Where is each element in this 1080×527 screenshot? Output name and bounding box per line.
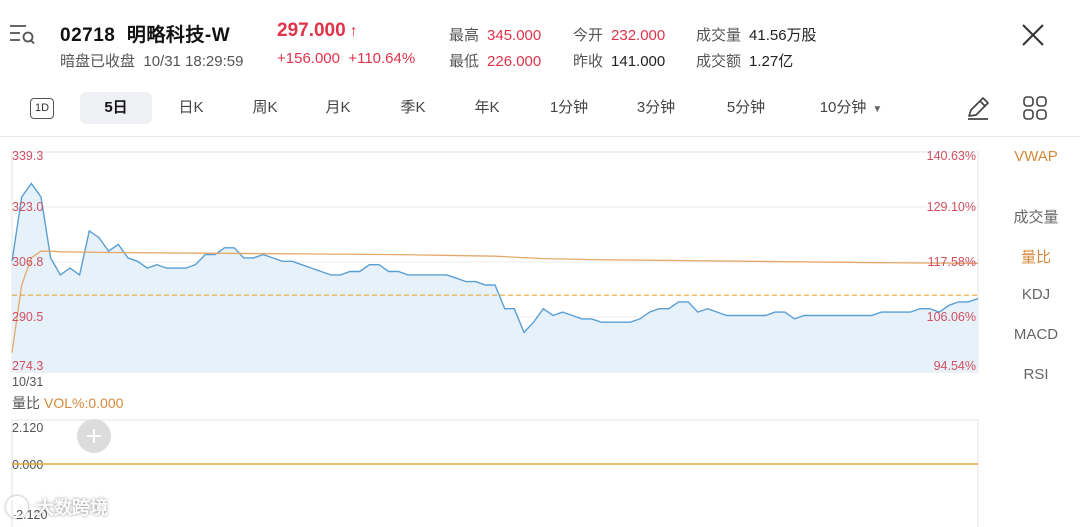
tab-quarter-k[interactable]: 季K [388, 92, 438, 124]
grid-layout-icon[interactable] [1021, 94, 1049, 122]
stat-low-value: 226.000 [487, 53, 542, 70]
indicator-volume[interactable]: 成交量 [1000, 206, 1072, 227]
volume-y-tick-label: 2.120 [12, 421, 43, 435]
stat-open-label: 今开 [573, 27, 604, 44]
status-timestamp: 10/31 18:29:59 [143, 53, 244, 70]
stat-volume: 成交量 41.56万股 [696, 24, 817, 45]
y-left-tick-label: 290.5 [12, 310, 43, 324]
watermark: 大数跨境 [6, 492, 108, 522]
volume-y-tick-label: 0.000 [12, 458, 43, 472]
tab-1d[interactable]: 1D [30, 98, 54, 119]
indicator-vwap[interactable]: VWAP [1000, 148, 1072, 165]
up-arrow-icon: ↑ [349, 23, 358, 40]
x-date-label: 10/31 [12, 375, 43, 389]
y-right-tick-label: 117.58% [928, 255, 976, 269]
price-value: 297.000 [277, 20, 346, 41]
stock-name: 明略科技-W [126, 25, 231, 46]
stat-turnover-value: 1.27亿 [749, 53, 794, 70]
indicator-volume-ratio[interactable]: 量比 [1000, 246, 1072, 267]
y-right-tick-label: 106.06% [927, 310, 976, 324]
last-price: 297.000 ↑ [277, 20, 358, 42]
change-value: +156.000 [277, 50, 340, 67]
intraday-chart[interactable]: 339.3 323.0 306.8 290.5 274.3 140.63% 129.10% 1… [0, 140, 1000, 527]
tab-1min[interactable]: 1分钟 [538, 92, 600, 124]
tab-week-k[interactable]: 周K [240, 92, 290, 124]
tab-3min[interactable]: 3分钟 [625, 92, 687, 124]
stat-volume-label: 成交量 [696, 27, 742, 44]
watermark-logo-icon [6, 496, 28, 518]
stat-prev-close-label: 昨收 [573, 53, 604, 70]
stat-low-label: 最低 [449, 53, 480, 70]
tab-10min-dropdown[interactable]: 10分钟 ▼ [808, 92, 894, 124]
y-right-tick-label: 94.54% [934, 359, 976, 373]
indicator-rsi[interactable]: RSI [1000, 366, 1072, 383]
tab-month-k[interactable]: 月K [313, 92, 363, 124]
price-area [12, 183, 978, 372]
stat-volume-value: 41.56万股 [749, 27, 817, 44]
stat-open-value: 232.000 [611, 27, 666, 44]
period-tabs: 1D 5日 日K 周K 月K 季K 年K 1分钟 3分钟 5分钟 10分钟 ▼ [0, 88, 1080, 128]
indicator-sidebar: VWAP 成交量 量比 KDJ MACD RSI [1000, 140, 1080, 400]
tab-5min[interactable]: 5分钟 [715, 92, 777, 124]
stat-prev-close: 昨收 141.000 [573, 50, 665, 71]
tab-5day[interactable]: 5日 [80, 92, 152, 124]
quote-header: 02718 明略科技-W 297.000 ↑ 暗盘已收盘 10/31 18:29:… [0, 0, 1080, 84]
y-left-tick-label: 339.3 [12, 149, 43, 163]
tab-divider [0, 136, 1080, 137]
market-status: 暗盘已收盘 10/31 18:29:59 [60, 50, 243, 71]
tab-10min-label: 10分钟 [819, 99, 867, 116]
caret-down-icon: ▼ [872, 104, 883, 115]
y-right-tick-label: 129.10% [927, 200, 976, 214]
stock-code: 02718 [60, 25, 116, 46]
volume-indicator-value: VOL%:0.000 [44, 395, 124, 411]
stat-turnover: 成交额 1.27亿 [696, 50, 793, 71]
indicator-kdj[interactable]: KDJ [1000, 286, 1072, 303]
stat-prev-close-value: 141.000 [611, 53, 666, 70]
price-change: +156.000 +110.64% [277, 50, 415, 67]
tab-day-k[interactable]: 日K [166, 92, 216, 124]
stat-high: 最高 345.000 [449, 24, 541, 45]
watermark-text: 大数跨境 [36, 498, 108, 518]
stat-open: 今开 232.000 [573, 24, 665, 45]
tab-year-k[interactable]: 年K [462, 92, 512, 124]
volume-panel-frame [11, 419, 979, 527]
change-percent: +110.64% [348, 50, 416, 67]
stat-turnover-label: 成交额 [696, 53, 742, 70]
list-search-icon[interactable] [8, 22, 36, 46]
y-right-tick-label: 140.63% [927, 149, 976, 163]
volume-panel-label: 量比 [12, 395, 40, 411]
stat-high-value: 345.000 [487, 27, 542, 44]
stock-code-name: 02718 明略科技-W [60, 20, 230, 47]
close-icon[interactable] [1018, 20, 1048, 50]
draw-pen-icon[interactable] [964, 94, 992, 122]
y-left-tick-label: 323.0 [12, 200, 43, 214]
chart-svg[interactable]: 339.3 323.0 306.8 290.5 274.3 140.63% 129.10% 1… [0, 140, 1000, 527]
status-text: 暗盘已收盘 [60, 53, 136, 70]
stat-high-label: 最高 [449, 27, 480, 44]
y-left-tick-label: 274.3 [12, 359, 43, 373]
stat-low: 最低 226.000 [449, 50, 541, 71]
y-left-tick-label: 306.8 [12, 255, 43, 269]
indicator-macd[interactable]: MACD [1000, 326, 1072, 343]
